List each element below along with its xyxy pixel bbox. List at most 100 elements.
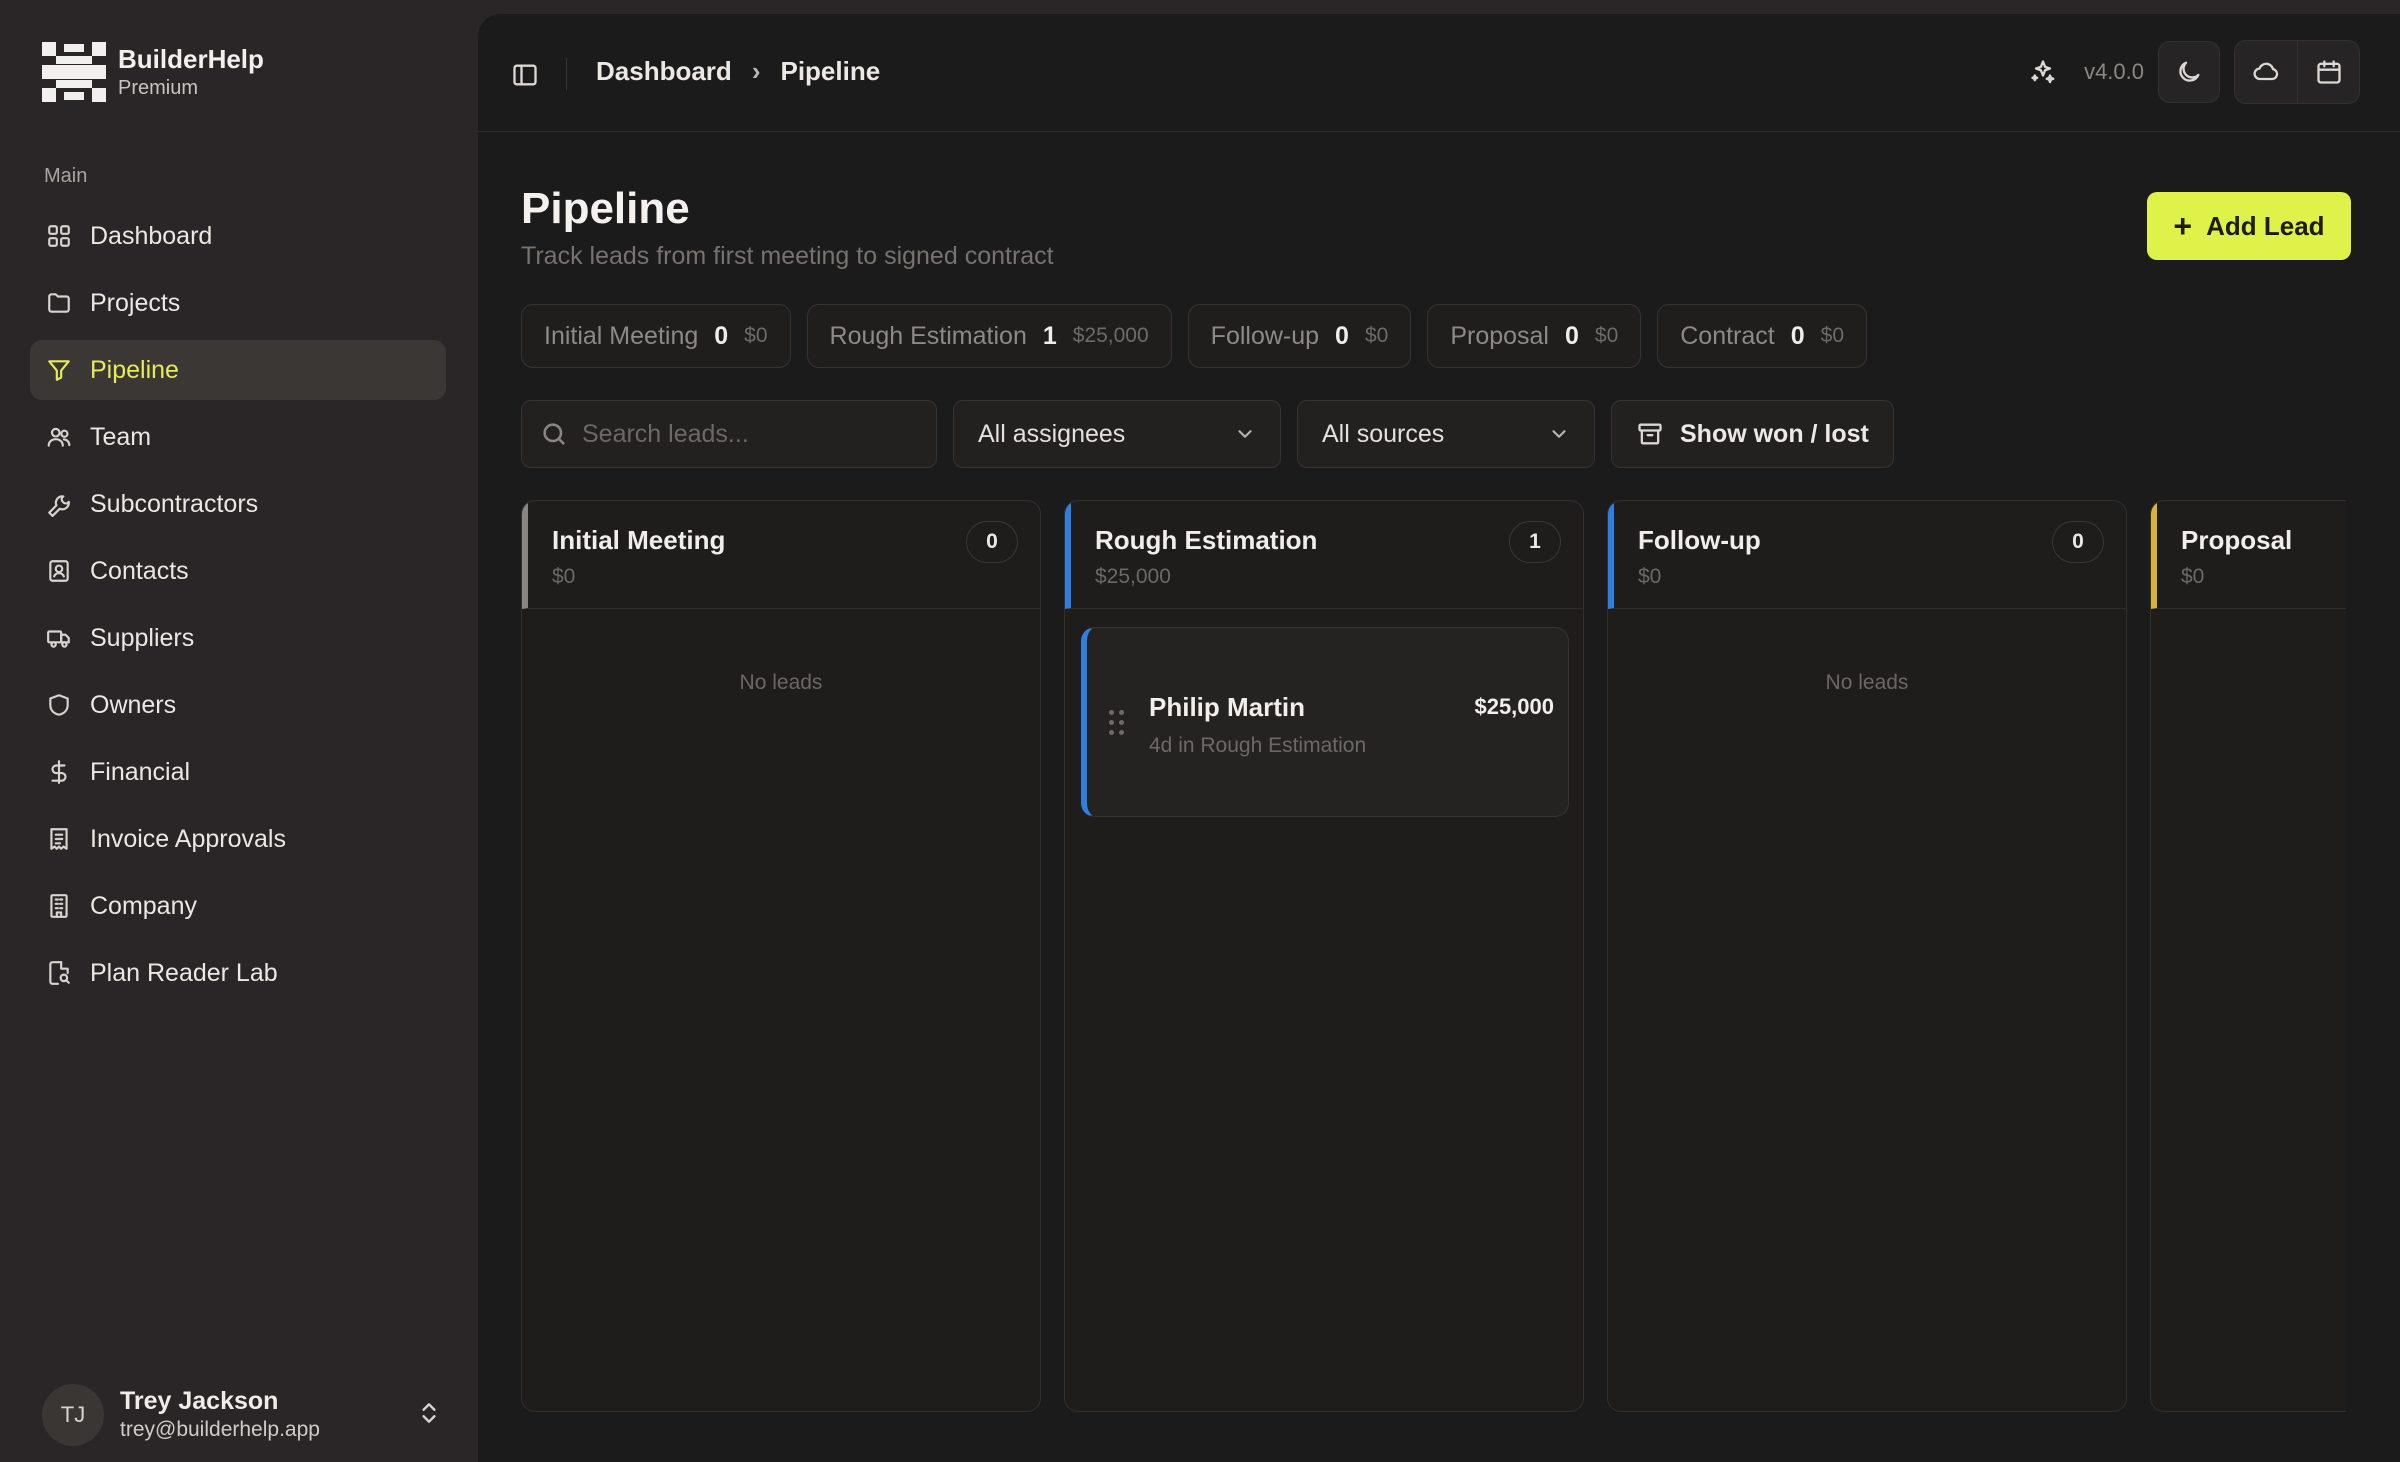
topbar: Dashboard › Pipeline v4.0.0 (478, 14, 2400, 132)
breadcrumb-dashboard[interactable]: Dashboard (596, 56, 732, 87)
brand-plan: Premium (118, 77, 199, 99)
assignee-select[interactable]: All assignees (953, 400, 1281, 468)
sidebar-item-invoice-approvals[interactable]: Invoice Approvals (30, 809, 446, 869)
stage-pill-initial-meeting[interactable]: Initial Meeting 0 $0 (521, 304, 791, 368)
user-menu[interactable]: TJ Trey Jackson trey@builderhelp.app (42, 1380, 442, 1450)
lead-stage-duration: 4d in Rough Estimation (1149, 734, 1367, 757)
topbar-button-group (2234, 40, 2360, 104)
stage-value: $0 (744, 324, 768, 347)
sidebar-item-label: Company (90, 891, 197, 920)
stage-pill-rough-estimation[interactable]: Rough Estimation 1 $25,000 (806, 304, 1172, 368)
filter-bar: All assignees All sources Show won / los… (521, 400, 1894, 468)
empty-state: No leads (1825, 671, 1909, 694)
stage-name: Follow-up (1210, 321, 1320, 350)
add-lead-label: Add Lead (2206, 210, 2325, 241)
sidebar-item-label: Invoice Approvals (90, 824, 286, 853)
calendar-icon[interactable] (2297, 41, 2359, 103)
topbar-actions: v4.0.0 (2012, 40, 2360, 104)
sidebar-item-suppliers[interactable]: Suppliers (30, 608, 446, 668)
search-input[interactable] (582, 419, 912, 449)
stage-name: Initial Meeting (544, 321, 699, 350)
column-title: Proposal (2181, 525, 2293, 555)
add-lead-button[interactable]: + Add Lead (2147, 192, 2351, 260)
sidebar-item-owners[interactable]: Owners (30, 675, 446, 735)
sparkles-icon[interactable] (2012, 41, 2074, 103)
breadcrumb: Dashboard › Pipeline (596, 56, 880, 87)
search-box (521, 400, 937, 468)
lead-card[interactable]: Philip Martin $25,000 4d in Rough Estima… (1081, 627, 1569, 817)
file-search-icon (44, 958, 74, 988)
sidebar-item-financial[interactable]: Financial (30, 742, 446, 802)
sidebar-item-label: Plan Reader Lab (90, 958, 278, 987)
stage-count: 0 (1790, 321, 1805, 350)
stage-value: $25,000 (1072, 324, 1149, 347)
moon-icon[interactable] (2158, 41, 2220, 103)
grid-icon (44, 221, 74, 251)
app-window: BuilderHelp Premium Main Dashboard Proje… (0, 0, 2400, 1462)
drag-handle-icon[interactable] (1109, 710, 1125, 736)
sidebar-item-label: Contacts (90, 556, 189, 585)
version-label: v4.0.0 (2084, 59, 2144, 84)
sidebar-item-label: Pipeline (90, 355, 179, 384)
receipt-icon (44, 824, 74, 854)
sidebar-item-dashboard[interactable]: Dashboard (30, 206, 446, 266)
assignee-select-value: All assignees (978, 419, 1126, 448)
source-select[interactable]: All sources (1297, 400, 1595, 468)
nav-section-label: Main (44, 165, 88, 187)
sidebar-item-label: Team (90, 422, 152, 451)
column-count-badge: 0 (2052, 521, 2104, 563)
sidebar-item-team[interactable]: Team (30, 407, 446, 467)
divider (566, 58, 567, 90)
sidebar-toggle-icon[interactable] (508, 58, 542, 92)
column-value: $25,000 (1095, 565, 1171, 588)
stage-count: 0 (1335, 321, 1349, 350)
truck-icon (44, 623, 74, 653)
show-won-lost-button[interactable]: Show won / lost (1611, 400, 1894, 468)
sidebar-item-company[interactable]: Company (30, 876, 446, 936)
dollar-icon (44, 757, 74, 787)
column-follow-up: Follow-up $0 0 No leads (1607, 500, 2127, 1412)
filter-icon (44, 355, 74, 385)
stage-pill-proposal[interactable]: Proposal 0 $0 (1427, 304, 1642, 368)
column-header: Initial Meeting $0 0 (522, 501, 1040, 609)
archive-icon (1638, 423, 1662, 445)
sidebar-nav: Dashboard Projects Pipeline Team Subcont… (30, 206, 446, 1010)
lead-name: Philip Martin (1149, 692, 1305, 722)
stage-name: Contract (1680, 321, 1775, 350)
chevrons-up-down-icon[interactable] (416, 1400, 442, 1431)
pipeline-board: Initial Meeting $0 0 No leads Rough Esti… (521, 500, 2346, 1430)
sidebar-item-subcontractors[interactable]: Subcontractors (30, 474, 446, 534)
search-icon (543, 423, 565, 445)
sidebar-item-contacts[interactable]: Contacts (30, 541, 446, 601)
sidebar-item-label: Financial (90, 757, 191, 786)
page-subtitle: Track leads from first meeting to signed… (521, 242, 1054, 270)
sidebar-item-plan-reader-lab[interactable]: Plan Reader Lab (30, 943, 446, 1003)
sidebar-item-projects[interactable]: Projects (30, 273, 446, 333)
column-proposal: Proposal $0 0 No leads (2150, 500, 2346, 1412)
stage-count: 0 (1564, 321, 1579, 350)
brand[interactable]: BuilderHelp Premium (42, 40, 264, 104)
stage-value: $0 (1594, 324, 1619, 347)
cloud-icon[interactable] (2235, 41, 2297, 103)
wrench-icon (44, 489, 74, 519)
users-icon (44, 422, 74, 452)
column-value: $0 (552, 565, 576, 588)
sidebar: BuilderHelp Premium Main Dashboard Proje… (0, 0, 478, 1462)
stage-pill-contract[interactable]: Contract 0 $0 (1657, 304, 1867, 368)
page-title: Pipeline (521, 184, 690, 233)
column-header: Proposal $0 0 (2151, 501, 2346, 609)
stage-pill-follow-up[interactable]: Follow-up 0 $0 (1187, 304, 1412, 368)
column-header: Rough Estimation $25,000 1 (1065, 501, 1583, 609)
stage-value: $0 (1364, 324, 1389, 347)
empty-state: No leads (739, 671, 823, 694)
building-icon (44, 891, 74, 921)
folder-icon (44, 288, 74, 318)
sidebar-item-label: Subcontractors (90, 489, 259, 518)
column-rough-estimation: Rough Estimation $25,000 1 Philip Martin… (1064, 500, 1584, 1412)
plus-icon: + (2173, 208, 2193, 244)
sidebar-item-pipeline[interactable]: Pipeline (30, 340, 446, 400)
lead-amount: $25,000 (1474, 694, 1554, 719)
sidebar-item-label: Suppliers (90, 623, 195, 652)
sidebar-item-label: Projects (90, 288, 181, 317)
breadcrumb-pipeline: Pipeline (780, 56, 881, 86)
